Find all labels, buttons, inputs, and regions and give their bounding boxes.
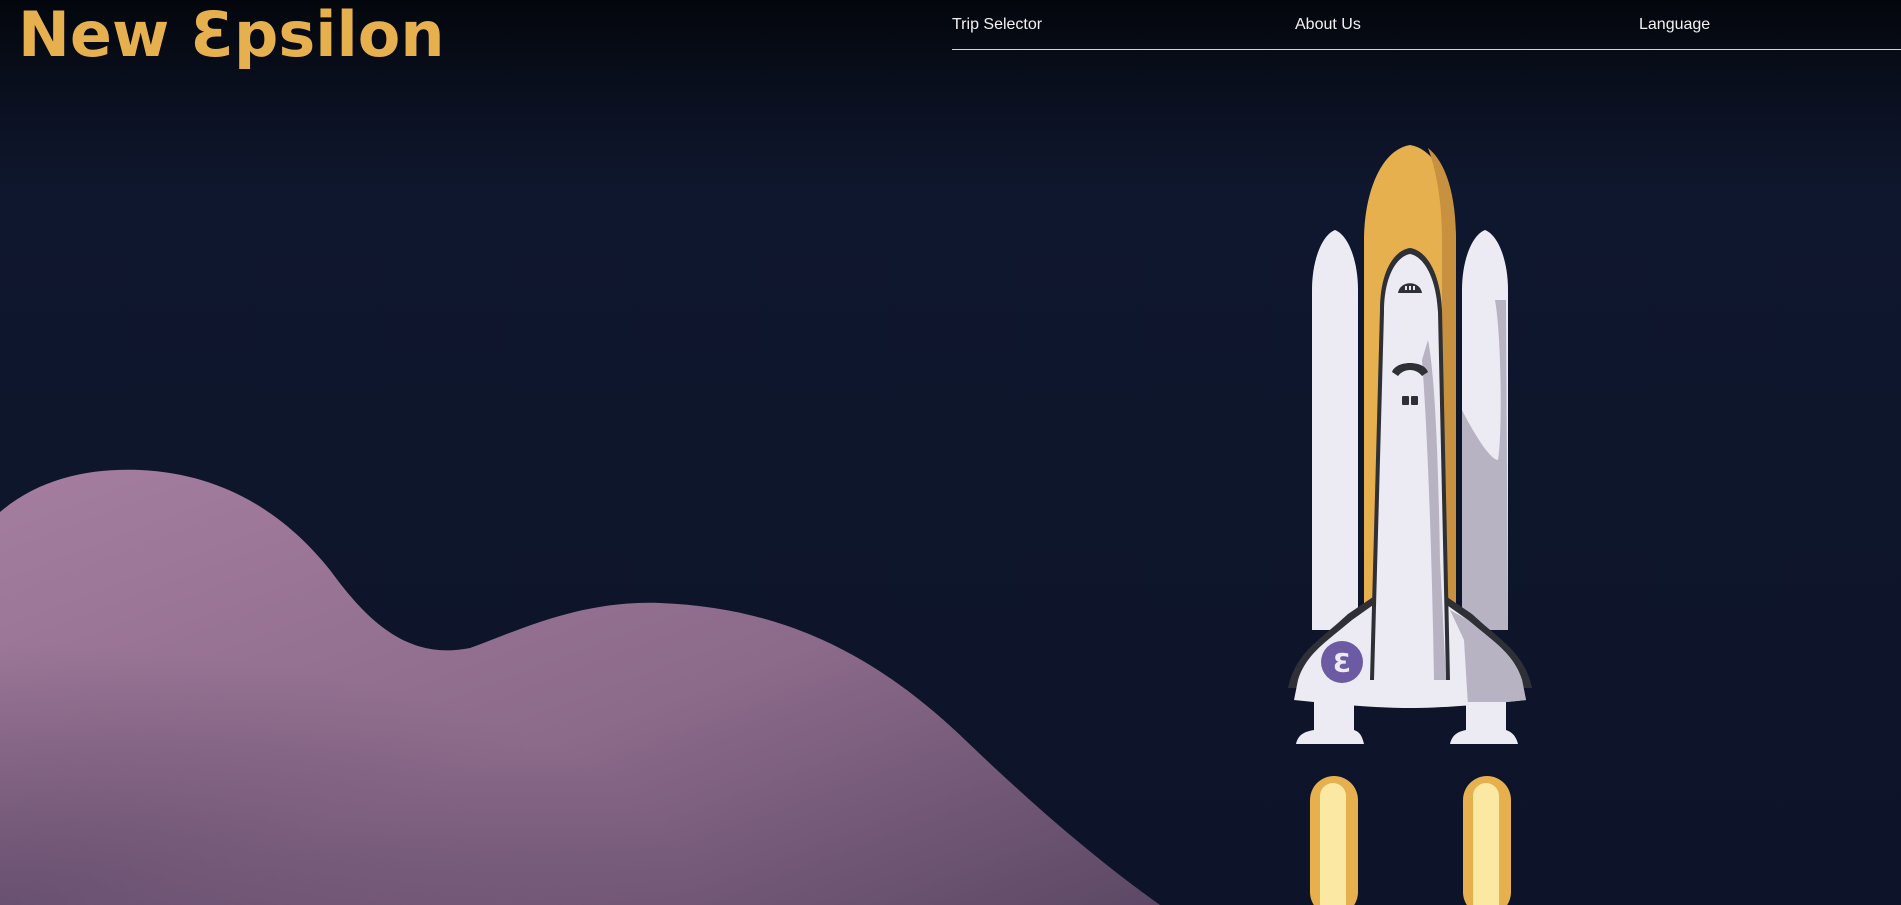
svg-text:Ɛ: Ɛ [1333,649,1351,679]
right-booster [1462,230,1508,630]
epsilon-emblem: Ɛ [1321,641,1363,683]
nav-trip-selector[interactable]: Trip Selector [952,15,1042,35]
left-booster [1312,230,1358,630]
hill-landscape [0,469,1160,905]
top-navigation: Trip Selector About Us Language [952,0,1901,50]
nav-about-us[interactable]: About Us [1295,15,1361,35]
landing-page: New Ɛpsilon Trip Selector About Us Langu… [0,0,1901,905]
nav-language[interactable]: Language [1639,15,1710,35]
orbiter-fuselage [1370,248,1450,680]
space-shuttle-illustration: Ɛ [1288,145,1532,905]
booster-flames [1310,776,1511,905]
booster-legs [1296,702,1518,744]
brand-logo[interactable]: New Ɛpsilon [18,0,444,70]
